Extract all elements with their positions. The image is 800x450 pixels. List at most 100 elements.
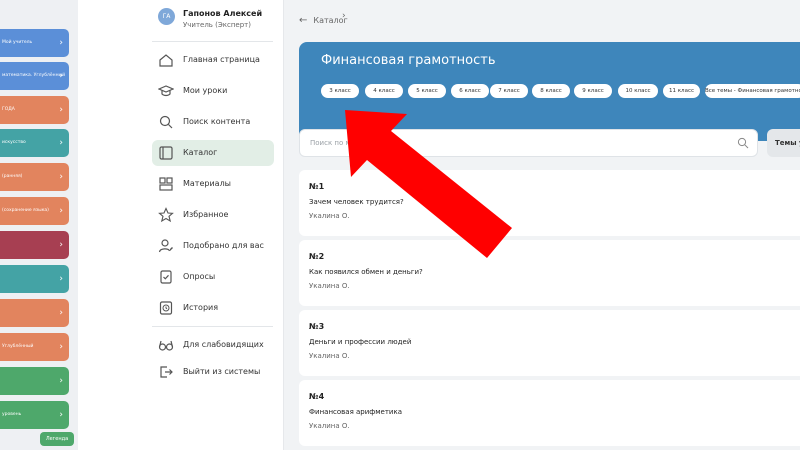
grade-chip[interactable]: 10 класс [618, 84, 658, 98]
grade-chip[interactable]: 3 класс [321, 84, 359, 98]
page-title: Финансовая грамотность [321, 53, 496, 68]
course-bar-label: ГОДА [2, 107, 15, 112]
lesson-card[interactable]: №1 Зачем человек трудится? Укалина О. [299, 170, 800, 236]
lesson-number: №4 [309, 392, 325, 401]
lesson-title: Финансовая арифметика [309, 408, 402, 416]
star-icon [158, 207, 174, 223]
lesson-card[interactable]: №4 Финансовая арифметика Укалина О. [299, 380, 800, 446]
lesson-title: Зачем человек трудится? [309, 198, 404, 206]
sidebar-item-label: Для слабовидящих [183, 340, 264, 349]
sidebar-item-history[interactable]: История [152, 295, 274, 321]
course-bar[interactable]: (сохранение языка) › [0, 197, 69, 225]
back-link[interactable]: ← Каталог [299, 15, 348, 26]
lesson-author: Укалина О. [309, 422, 350, 430]
grade-chip[interactable]: 5 класс [408, 84, 446, 98]
course-bar[interactable]: › [0, 367, 69, 395]
course-bar[interactable]: Углублённый › [0, 333, 69, 361]
sidebar-item-label: Материалы [183, 179, 231, 188]
sidebar-item-surveys[interactable]: Опросы [152, 264, 274, 290]
lesson-title: Деньги и профессии людей [309, 338, 412, 346]
chevron-right-icon: › [59, 410, 63, 420]
chevron-right-icon: › [59, 376, 63, 386]
course-bar-label: Мой учитель [2, 40, 33, 45]
chevron-right-icon: › [59, 206, 63, 216]
course-bar-label: (сохранение языка) [2, 208, 49, 213]
sidebar-item-label: История [183, 303, 219, 312]
course-bar-label: Углублённый [2, 344, 34, 349]
sidebar-item-label: Поиск контента [183, 117, 251, 126]
search-icon[interactable] [737, 137, 749, 149]
sidebar-item-my-lessons[interactable]: Мои уроки [152, 78, 274, 104]
avatar: ГА [158, 8, 175, 25]
grade-chip[interactable]: 11 класс [663, 84, 700, 98]
grade-chip[interactable]: 6 класс [451, 84, 489, 98]
chevron-right-icon: › [59, 274, 63, 284]
graduation-cap-icon [158, 85, 174, 97]
search-input[interactable]: Поиск по материалам [299, 129, 758, 157]
lesson-card[interactable]: №2 Как появился обмен и деньги? Укалина … [299, 240, 800, 306]
chevron-right-icon: › [59, 308, 63, 318]
survey-icon [160, 270, 172, 284]
chevron-right-icon: › [59, 138, 63, 148]
chevron-right-icon: › [59, 172, 63, 182]
sidebar-item-home[interactable]: Главная страница [152, 47, 274, 73]
grade-chip[interactable]: 4 класс [365, 84, 403, 98]
course-bar[interactable]: › [0, 265, 69, 293]
lesson-number: №3 [309, 322, 325, 331]
legend-label: Легенда [45, 436, 69, 442]
sidebar-item-low-vision[interactable]: Для слабовидящих [152, 332, 274, 358]
lesson-card[interactable]: №3 Деньги и профессии людей Укалина О. [299, 310, 800, 376]
course-bar-label: искусство [2, 140, 26, 145]
course-bar[interactable]: ГОДА › [0, 96, 69, 124]
course-bar[interactable]: Мой учитель › [0, 29, 69, 57]
legend-button[interactable]: Легенда [40, 432, 74, 446]
course-bar[interactable]: (ранняя) › [0, 163, 69, 191]
chevron-right-icon: › [59, 105, 63, 115]
course-bar[interactable]: уровень › [0, 401, 69, 429]
logout-icon [160, 366, 173, 378]
grade-chip[interactable]: 7 класс [490, 84, 528, 98]
lesson-author: Укалина О. [309, 212, 350, 220]
divider [152, 41, 273, 42]
course-bar-label: математика. Углублённый [2, 73, 66, 78]
course-bar[interactable]: › [0, 299, 69, 327]
profile-name: Гапонов Алексей [183, 9, 263, 18]
home-icon [159, 54, 173, 67]
course-list-strip: Мой учитель › математика. Углублённый › ГО… [0, 0, 78, 450]
grade-chip[interactable]: 8 класс [532, 84, 570, 98]
course-bar[interactable]: математика. Углублённый › [0, 62, 69, 90]
topics-button[interactable]: Темы уроков [767, 129, 800, 157]
divider [152, 326, 273, 327]
search-icon [159, 115, 173, 129]
glasses-icon [158, 340, 174, 351]
sidebar-item-recommended[interactable]: Подобрано для вас [152, 233, 274, 259]
lesson-author: Укалина О. [309, 282, 350, 290]
topics-label: Темы уроков [775, 139, 800, 147]
course-bar[interactable]: искусство › [0, 129, 69, 157]
materials-icon [159, 177, 173, 191]
arrow-left-icon: ← [299, 15, 308, 26]
sidebar-item-catalog[interactable]: Каталог [152, 140, 274, 166]
sidebar-item-materials[interactable]: Материалы [152, 171, 274, 197]
sidebar-item-label: Опросы [183, 272, 216, 281]
grade-chip[interactable]: 9 класс [574, 84, 612, 98]
breadcrumb: Каталог [313, 16, 348, 25]
sidebar-item-label: Каталог [183, 148, 218, 157]
sidebar-item-label: Избранное [183, 210, 229, 219]
chevron-right-icon: › [59, 71, 63, 81]
subject-banner: Финансовая грамотность 3 класс 4 класс 5… [299, 42, 800, 141]
sidebar-item-favorites[interactable]: Избранное [152, 202, 274, 228]
sidebar-item-label: Главная страница [183, 55, 260, 64]
user-heart-icon [158, 239, 173, 253]
chevron-right-icon: › [59, 240, 63, 250]
sidebar-item-label: Подобрано для вас [183, 241, 264, 250]
course-bar[interactable]: › [0, 231, 69, 259]
all-topics-chip[interactable]: Все темы - Финансовая грамотность [705, 84, 800, 98]
lesson-title: Как появился обмен и деньги? [309, 268, 423, 276]
search-placeholder: Поиск по материалам [310, 139, 391, 147]
course-bar-label: (ранняя) [2, 174, 23, 179]
lesson-author: Укалина О. [309, 352, 350, 360]
sidebar-item-logout[interactable]: Выйти из системы [152, 359, 274, 385]
sidebar-item-search[interactable]: Поиск контента [152, 109, 274, 135]
chevron-right-icon: › [59, 342, 63, 352]
